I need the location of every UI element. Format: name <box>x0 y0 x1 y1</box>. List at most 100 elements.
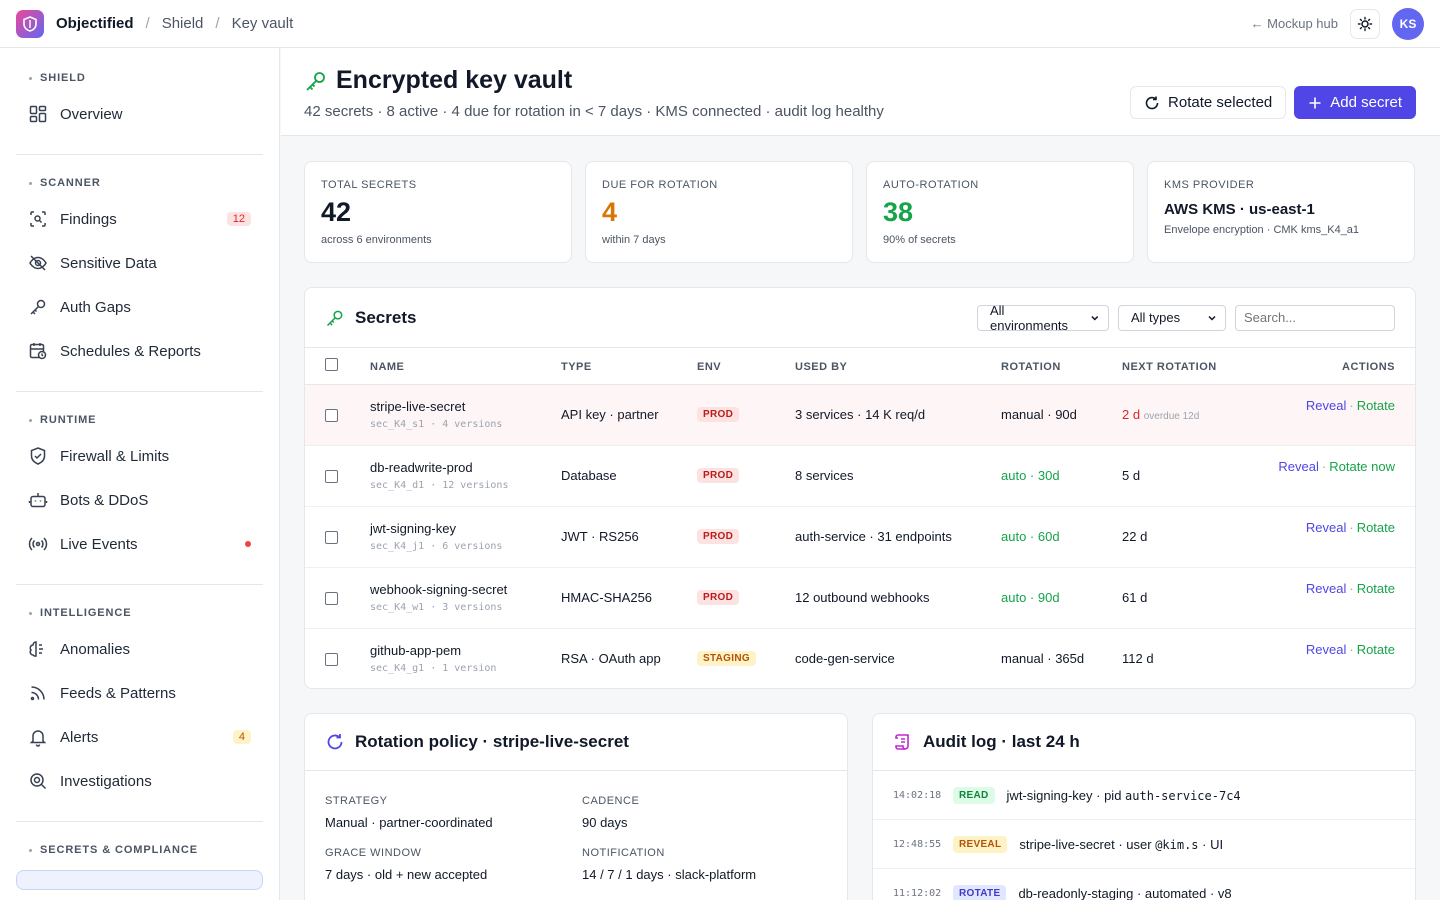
stat-total-secrets: TOTAL SECRETS 42 across 6 environments <box>304 161 572 263</box>
sidebar-section-runtime: RUNTIME <box>0 414 279 426</box>
refresh-icon <box>327 734 343 750</box>
top-bar: Objectified / Shield / Key vault ← Mocku… <box>0 0 1440 48</box>
scan-icon <box>30 211 46 227</box>
sidebar-item-label: Feeds & Patterns <box>60 684 176 702</box>
table-row[interactable]: jwt-signing-key sec_K4_j1 · 6 versions JW… <box>305 507 1415 568</box>
alerts-count-badge: 4 <box>232 730 251 744</box>
grid-icon <box>29 105 47 123</box>
key-icon <box>306 71 325 91</box>
sidebar-item-overview[interactable]: Overview <box>16 92 263 136</box>
environment-filter-select[interactable]: All environments <box>977 303 1109 333</box>
reveal-link[interactable]: Reveal <box>1306 398 1346 413</box>
main-content: Encrypted key vault 42 secrets · 8 activ… <box>281 48 1440 900</box>
shield-logo-icon[interactable] <box>16 9 44 38</box>
rotate-link[interactable]: Rotate <box>1357 642 1395 657</box>
sidebar-item-alerts[interactable]: Alerts 4 <box>16 715 263 759</box>
row-checkbox[interactable] <box>325 409 338 422</box>
sidebar-section-secrets-compliance: SECRETS & COMPLIANCE <box>0 844 279 856</box>
audit-log-row[interactable]: 12:48:55 REVEAL stripe-live-secret · use… <box>873 820 1415 869</box>
event-badge: ROTATE <box>953 884 1007 900</box>
reveal-link[interactable]: Reveal <box>1306 581 1346 596</box>
key-icon <box>326 310 343 326</box>
stat-cards: TOTAL SECRETS 42 across 6 environments D… <box>304 161 1415 263</box>
sidebar-item-live-events[interactable]: Live Events <box>16 522 263 566</box>
row-checkbox[interactable] <box>325 592 338 605</box>
refresh-icon <box>1145 96 1159 109</box>
sidebar-item-schedules-reports[interactable]: Schedules & Reports <box>16 329 263 373</box>
search-icon <box>30 773 47 790</box>
stat-kms-provider: KMS PROVIDER AWS KMS · us-east-1 Envelop… <box>1147 161 1415 263</box>
breadcrumb: Objectified / Shield / Key vault <box>56 15 293 32</box>
sidebar-item-label: Anomalies <box>60 640 131 658</box>
avatar[interactable]: KS <box>1392 7 1424 40</box>
sidebar-item-label: Auth Gaps <box>60 298 131 316</box>
theme-toggle-button[interactable] <box>1350 8 1380 39</box>
sidebar-item-sensitive-data[interactable]: Sensitive Data <box>16 241 263 285</box>
table-row[interactable]: webhook-signing-secret sec_K4_w1 · 3 vers… <box>305 568 1415 629</box>
sidebar-section-intelligence: INTELLIGENCE <box>0 607 279 619</box>
audit-log-row[interactable]: 14:02:18 READ jwt-signing-key · pid auth… <box>873 771 1415 820</box>
env-badge: PROD <box>697 407 740 422</box>
bell-icon <box>29 730 47 747</box>
chevron-down-icon <box>1091 315 1099 320</box>
page-header: Encrypted key vault 42 secrets · 8 activ… <box>281 48 1440 136</box>
table-row[interactable]: stripe-live-secret sec_K4_s1 · 4 versions… <box>305 385 1415 446</box>
event-badge: READ <box>953 786 995 804</box>
audit-log-card: Audit log · last 24 h 14:02:18 READ jwt-… <box>872 713 1416 900</box>
sidebar-item-firewall-limits[interactable]: Firewall & Limits <box>16 434 263 478</box>
sidebar-item-investigations[interactable]: Investigations <box>16 759 263 803</box>
sidebar-item-bots-ddos[interactable]: Bots & DDoS <box>16 478 263 522</box>
plus-icon <box>1309 97 1321 108</box>
sidebar-item-label: Findings <box>60 210 117 228</box>
type-filter-select[interactable]: All types <box>1118 304 1226 331</box>
sidebar-section-scanner: SCANNER <box>0 177 279 189</box>
bot-icon <box>28 493 48 508</box>
table-header: NAME TYPE ENV USED BY ROTATION NEXT ROTA… <box>305 348 1415 385</box>
row-checkbox[interactable] <box>325 470 338 483</box>
table-row[interactable]: db-readwrite-prod sec_K4_d1 · 12 versions… <box>305 446 1415 507</box>
rotate-link[interactable]: Rotate <box>1357 520 1395 535</box>
sidebar-item-anomalies[interactable]: Anomalies <box>16 627 263 671</box>
brain-icon <box>29 641 43 657</box>
sidebar-item-label: Overview <box>60 105 123 123</box>
breadcrumb-shield[interactable]: Shield <box>162 15 204 32</box>
chevron-down-icon <box>1208 315 1216 321</box>
row-checkbox[interactable] <box>325 531 338 544</box>
reveal-link[interactable]: Reveal <box>1278 459 1318 474</box>
breadcrumb-separator: / <box>215 15 220 32</box>
env-badge: PROD <box>697 468 740 483</box>
reveal-link[interactable]: Reveal <box>1306 520 1346 535</box>
breadcrumb-brand[interactable]: Objectified <box>56 15 134 32</box>
radio-icon <box>28 537 48 551</box>
sidebar-item-auth-gaps[interactable]: Auth Gaps <box>16 285 263 329</box>
sidebar-item-feeds-patterns[interactable]: Feeds & Patterns <box>16 671 263 715</box>
sidebar-item-label: Firewall & Limits <box>60 447 170 465</box>
rotate-link[interactable]: Rotate <box>1357 581 1395 596</box>
env-badge: PROD <box>697 529 740 544</box>
sidebar-item-active[interactable] <box>16 870 263 890</box>
rotate-now-link[interactable]: Rotate now <box>1329 459 1395 474</box>
table-row[interactable]: github-app-pem sec_K4_g1 · 1 version RSA … <box>305 629 1415 688</box>
sidebar-item-label: Alerts <box>60 728 99 746</box>
sidebar-item-findings[interactable]: Findings 12 <box>16 197 263 241</box>
stat-auto-rotation: AUTO-ROTATION 38 90% of secrets <box>866 161 1134 263</box>
stat-due-rotation: DUE FOR ROTATION 4 within 7 days <box>585 161 853 263</box>
scroll-icon <box>895 734 909 750</box>
live-indicator-dot <box>245 541 251 547</box>
shield-icon <box>30 447 46 465</box>
rotate-link[interactable]: Rotate <box>1357 398 1395 413</box>
search-input[interactable] <box>1235 304 1395 331</box>
mockup-hub-link[interactable]: ← Mockup hub <box>1251 16 1338 31</box>
sidebar-item-label: Sensitive Data <box>60 254 157 272</box>
sidebar: SHIELD Overview SCANNER Findings 12 Sens… <box>0 48 280 900</box>
audit-log-row[interactable]: 11:12:02 ROTATE db-readonly-staging · au… <box>873 869 1415 900</box>
sidebar-item-label: Investigations <box>60 772 152 790</box>
sidebar-item-label: Live Events <box>60 535 138 553</box>
rotation-policy-card: Rotation policy · stripe-live-secret STR… <box>304 713 848 900</box>
rotate-selected-button[interactable]: Rotate selected <box>1130 86 1287 119</box>
reveal-link[interactable]: Reveal <box>1306 642 1346 657</box>
select-all-checkbox[interactable] <box>325 358 338 371</box>
env-badge: PROD <box>697 590 740 605</box>
row-checkbox[interactable] <box>325 653 338 666</box>
add-secret-button[interactable]: Add secret <box>1294 86 1416 119</box>
